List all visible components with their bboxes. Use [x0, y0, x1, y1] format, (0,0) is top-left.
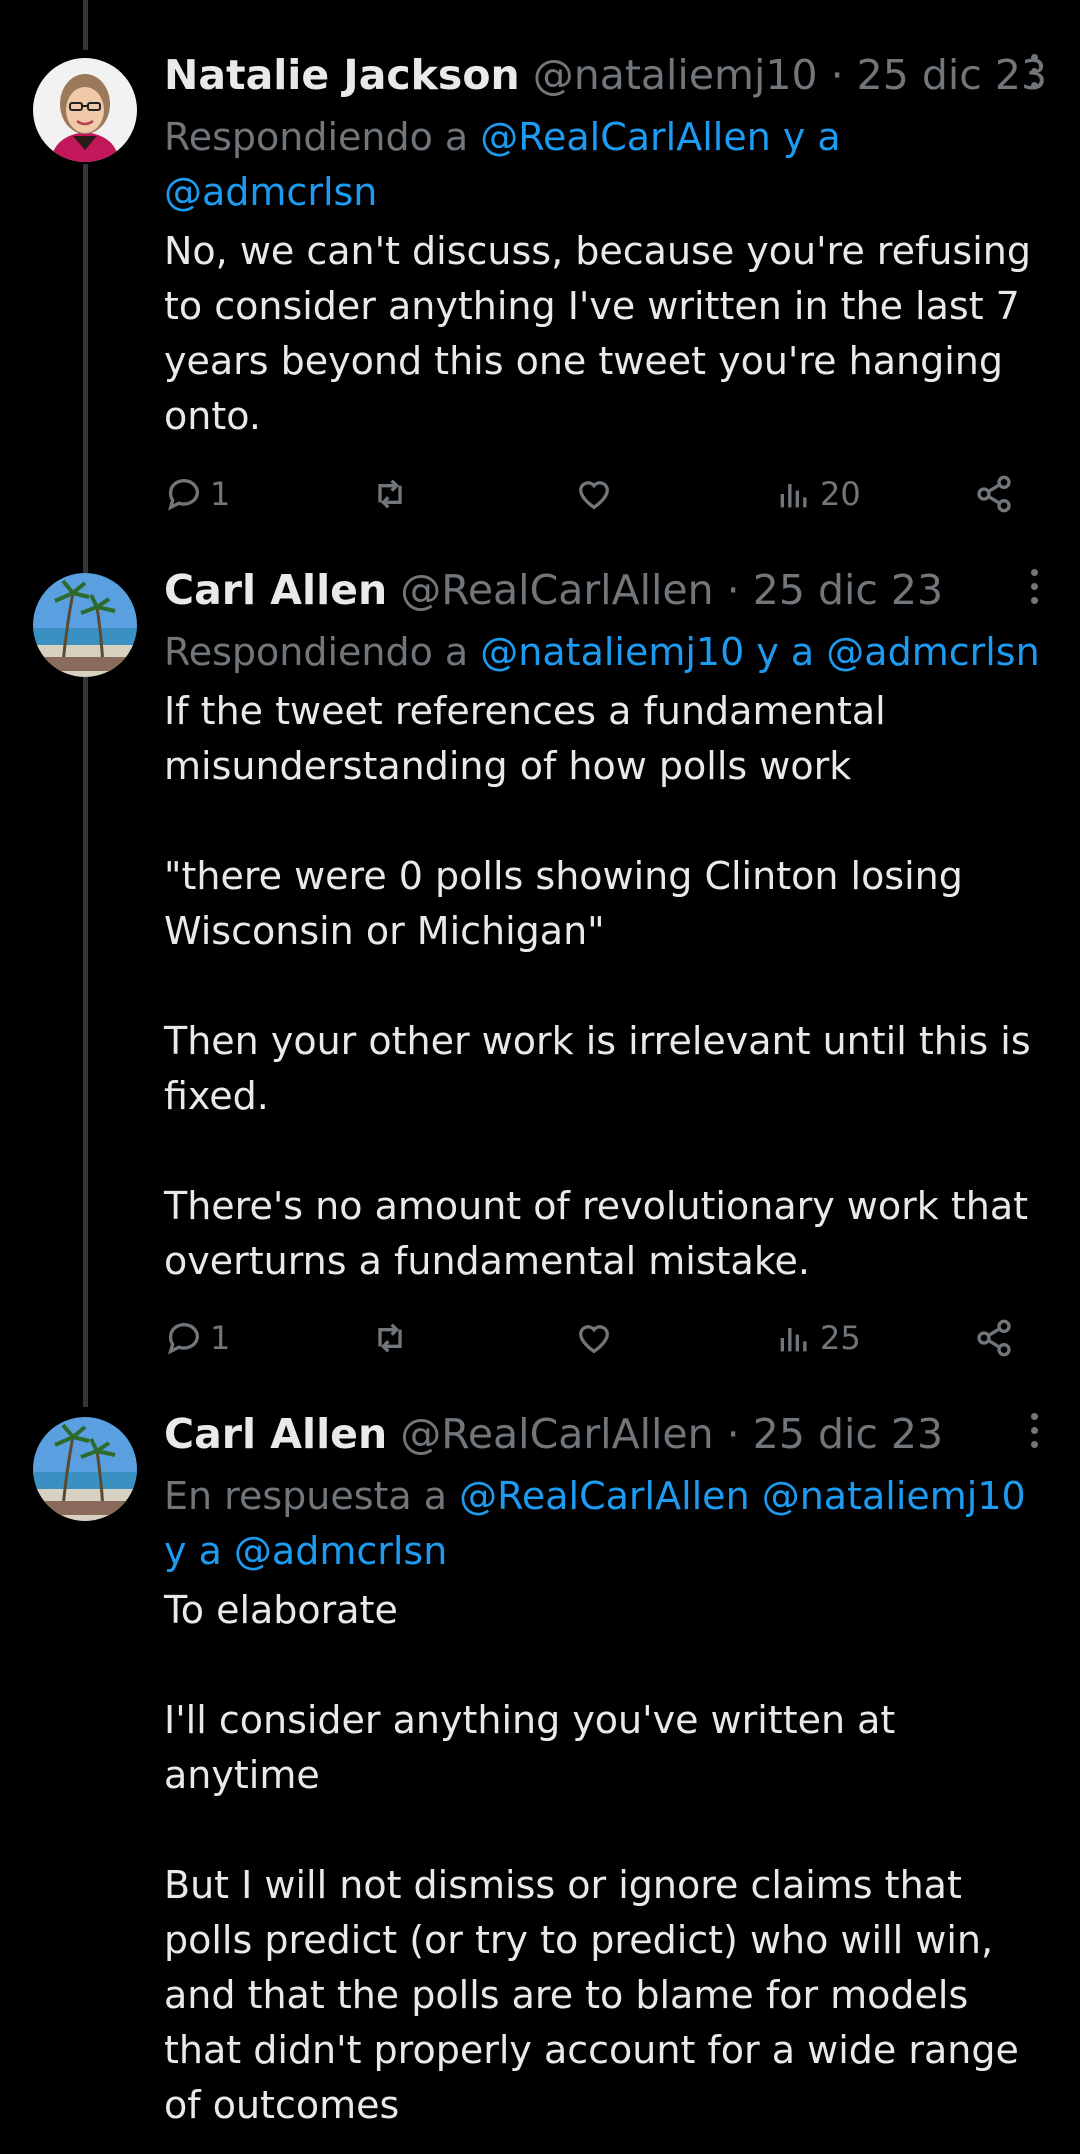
tweet-date[interactable]: 25 dic 23 — [753, 1410, 943, 1458]
views-icon — [780, 484, 807, 508]
avatar[interactable] — [33, 1417, 137, 1521]
replying-to: Respondiendo a @nataliemj10 y a @admcrls… — [164, 625, 1050, 680]
reply-count: 1 — [210, 1319, 231, 1357]
separator-dot: · — [713, 1410, 753, 1458]
retweet-button[interactable] — [370, 469, 410, 519]
share-icon — [977, 475, 1011, 513]
thread-line-top — [83, 0, 88, 50]
tweet-header: Carl Allen @RealCarlAllen · 25 dic 23 — [164, 555, 1050, 625]
tweet-text: To elaborate I'll consider anything you'… — [164, 1588, 1019, 2127]
more-options-icon[interactable] — [1028, 569, 1040, 611]
reply-icon — [168, 479, 199, 511]
like-button[interactable] — [574, 1313, 614, 1363]
like-icon — [578, 1325, 610, 1354]
avatar[interactable] — [33, 58, 137, 162]
replying-prefix: Respondiendo a — [164, 630, 481, 674]
tweet-header: Natalie Jackson @nataliemj10 · 25 dic 23 — [164, 40, 1050, 110]
reply-mentions[interactable]: @nataliemj10 y a @admcrlsn — [480, 630, 1039, 674]
reply-button[interactable]: 1 — [164, 1313, 230, 1363]
tweet-text: If the tweet references a fundamental mi… — [164, 689, 1031, 1283]
author-name[interactable]: Carl Allen — [164, 566, 387, 614]
replying-prefix: En respuesta a — [164, 1474, 460, 1518]
avatar[interactable] — [33, 573, 137, 677]
avatar-beach-icon — [33, 1417, 137, 1521]
tweet-date[interactable]: 25 dic 23 — [857, 51, 1047, 99]
views-count: 20 — [820, 475, 861, 513]
like-icon — [578, 481, 610, 510]
avatar-beach-icon — [33, 573, 137, 677]
share-button[interactable] — [974, 1313, 1014, 1363]
avatar-woman-icon — [33, 58, 137, 162]
author-handle[interactable]: @RealCarlAllen — [400, 566, 713, 614]
tweet-header: Carl Allen @RealCarlAllen · 25 dic 23 — [164, 1399, 1050, 1469]
author-name[interactable]: Carl Allen — [164, 1410, 387, 1458]
more-options-icon[interactable] — [1028, 1413, 1040, 1455]
tweet-text: No, we can't discuss, because you're ref… — [164, 229, 1044, 438]
retweet-button[interactable] — [370, 1313, 410, 1363]
views-count: 25 — [820, 1319, 861, 1357]
replying-to: En respuesta a @RealCarlAllen @nataliemj… — [164, 1469, 1050, 1579]
tweet-actions: 1 25 — [164, 1313, 1034, 1363]
separator-dot: · — [817, 51, 857, 99]
reply-button[interactable]: 1 — [164, 469, 230, 519]
replying-to: Respondiendo a @RealCarlAllen y a @admcr… — [164, 110, 1050, 220]
more-options-icon[interactable] — [1028, 54, 1040, 96]
like-button[interactable] — [574, 469, 614, 519]
views-button[interactable]: 25 — [774, 1313, 861, 1363]
views-button[interactable]: 20 — [774, 469, 861, 519]
reply-icon — [168, 1323, 199, 1355]
tweet-date[interactable]: 25 dic 23 — [753, 566, 943, 614]
thread-line-2 — [83, 677, 88, 1407]
author-name[interactable]: Natalie Jackson — [164, 51, 520, 99]
replying-prefix: Respondiendo a — [164, 115, 481, 159]
separator-dot: · — [713, 566, 753, 614]
author-handle[interactable]: @nataliemj10 — [533, 51, 818, 99]
share-button[interactable] — [974, 469, 1014, 519]
retweet-icon — [378, 1323, 402, 1353]
retweet-icon — [378, 479, 402, 509]
author-handle[interactable]: @RealCarlAllen — [400, 1410, 713, 1458]
views-icon — [780, 1328, 807, 1352]
tweet-actions: 1 20 — [164, 469, 1034, 519]
thread-line-1 — [83, 164, 88, 574]
reply-count: 1 — [210, 475, 231, 513]
share-icon — [977, 1319, 1011, 1357]
